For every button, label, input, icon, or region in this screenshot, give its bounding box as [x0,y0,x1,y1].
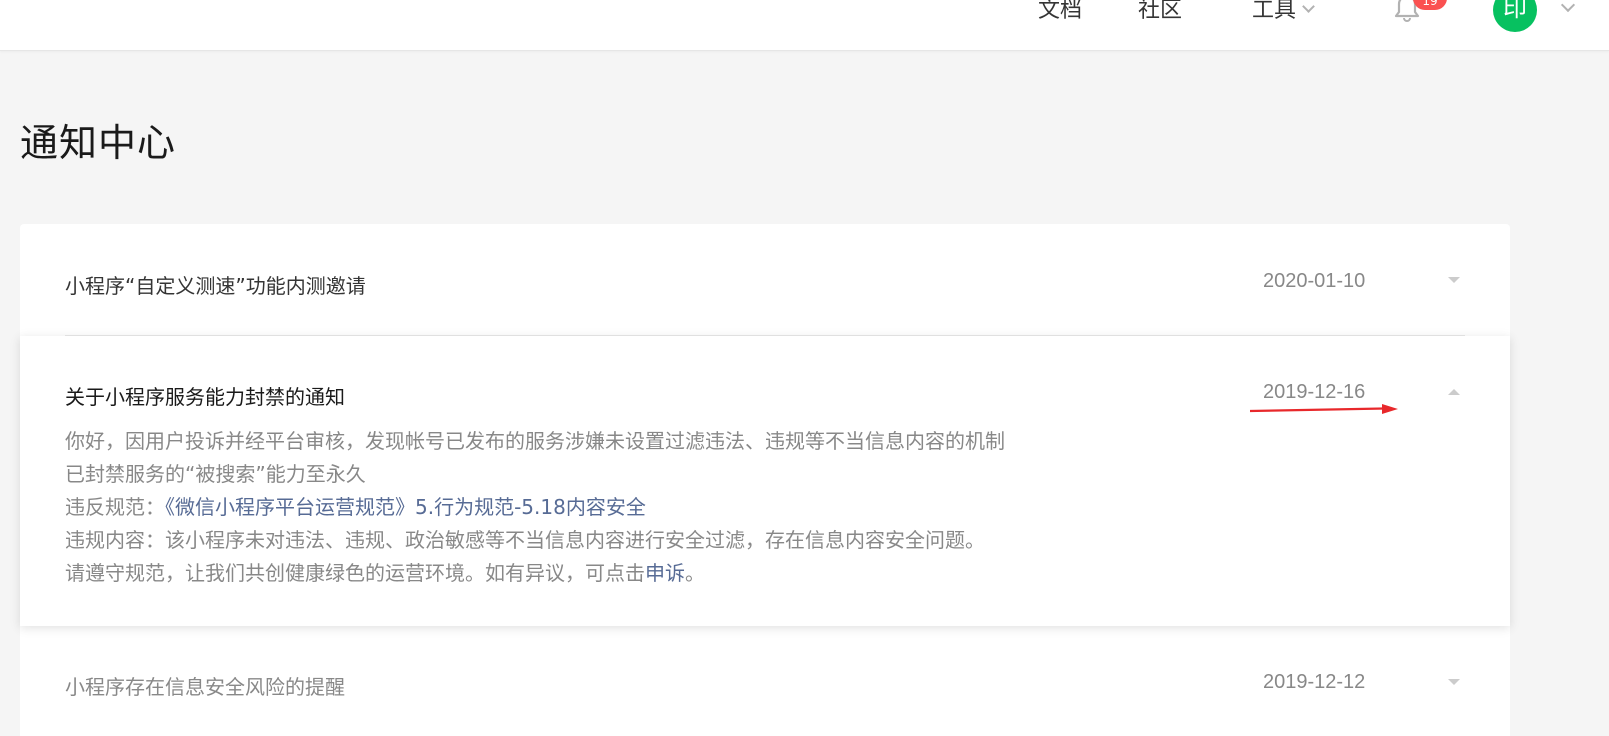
notice-body: 你好，因用户投诉并经平台审核，发现帐号已发布的服务涉嫌未设置过滤违法、违规等不当… [65,425,1005,590]
notice-rule-line: 违反规范：《微信小程序平台运营规范》5.行为规范-5.18内容安全 [65,491,1005,524]
notice-closing-line: 请遵守规范，让我们共创健康绿色的运营环境。如有异议，可点击申诉。 [65,557,1005,590]
notice-title[interactable]: 关于小程序服务能力封禁的通知 [65,381,345,410]
nav-docs-link[interactable]: 文档 [1038,0,1082,24]
nav-tools-menu[interactable]: 工具 [1252,0,1315,24]
notice-title[interactable]: 小程序存在信息安全风险的提醒 [65,671,345,700]
notice-item[interactable]: 小程序存在信息安全风险的提醒 2019-12-12 [20,626,1510,736]
nav-tools-label: 工具 [1252,0,1297,23]
caret-down-icon[interactable] [1448,277,1460,283]
notice-date: 2020-01-10 [1263,270,1366,292]
notice-body-line: 违规内容：该小程序未对违法、违规、政治敏感等不当信息内容进行安全过滤，存在信息内… [65,528,985,552]
red-arrow-icon [1250,404,1398,414]
rule-link[interactable]: 《微信小程序平台运营规范》5.行为规范-5.18内容安全 [165,495,646,519]
top-navbar: 文档 社区 工具 19 印 [0,0,1609,51]
account-chevron-down-icon[interactable] [1560,0,1576,13]
notice-date: 2019-12-16 [1263,381,1366,403]
closing-punctuation: 。 [685,561,705,585]
notice-item[interactable]: 小程序“自定义测速”功能内测邀请 2020-01-10 [20,224,1510,336]
avatar[interactable]: 印 [1493,0,1537,32]
notice-item-expanded[interactable]: 关于小程序服务能力封禁的通知 2019-12-16 你好，因用户投诉并经平台审核… [20,336,1510,626]
page-title: 通知中心 [20,121,177,165]
notice-body-line: 你好，因用户投诉并经平台审核，发现帐号已发布的服务涉嫌未设置过滤违法、违规等不当… [65,429,1005,453]
notice-date: 2019-12-12 [1263,671,1366,693]
notice-body-line: 已封禁服务的“被搜索”能力至永久 [65,462,366,486]
chevron-down-icon [1302,0,1315,13]
rule-label: 违反规范： [65,495,165,519]
closing-text: 请遵守规范，让我们共创健康绿色的运营环境。如有异议，可点击 [65,561,645,585]
caret-down-icon[interactable] [1448,679,1460,685]
notice-title[interactable]: 小程序“自定义测速”功能内测邀请 [65,270,366,299]
caret-up-icon[interactable] [1448,389,1460,395]
nav-community-link[interactable]: 社区 [1138,0,1182,24]
appeal-link[interactable]: 申诉 [645,561,685,585]
